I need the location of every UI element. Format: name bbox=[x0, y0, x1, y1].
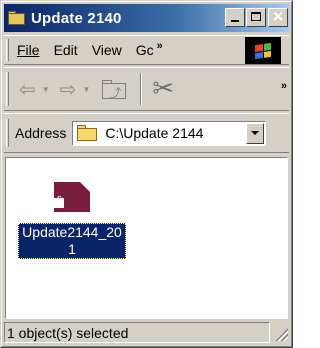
menu-bar: File Edit View Gc » bbox=[4, 35, 289, 65]
explorer-window: Update 2140 × File Edit View Gc » ⇦ ▼ ⇨ bbox=[0, 0, 293, 348]
standard-toolbar: ⇦ ▼ ⇨ ▼ ⤴ ✂ » bbox=[4, 67, 289, 111]
toolbar-overflow-chevron-icon[interactable]: » bbox=[281, 80, 287, 92]
address-folder-icon bbox=[77, 125, 99, 141]
address-bar: Address C:\Update 2144 bbox=[4, 113, 289, 153]
menu-edit[interactable]: Edit bbox=[47, 42, 85, 58]
back-dropdown-icon[interactable]: ▼ bbox=[42, 85, 50, 94]
file-item[interactable]: f Update2144_201 bbox=[18, 172, 126, 259]
windows-logo-icon bbox=[245, 37, 281, 64]
status-text: 1 object(s) selected bbox=[4, 322, 270, 343]
window-controls: × bbox=[224, 7, 288, 27]
minimize-button[interactable] bbox=[225, 8, 245, 27]
maximize-icon bbox=[251, 12, 261, 21]
window-title: Update 2140 bbox=[31, 9, 122, 27]
address-value[interactable]: C:\Update 2144 bbox=[105, 125, 203, 141]
menu-file[interactable]: File bbox=[9, 42, 47, 58]
address-field[interactable]: C:\Update 2144 bbox=[72, 120, 267, 146]
address-bar-grip[interactable] bbox=[6, 119, 9, 147]
back-arrow-icon[interactable]: ⇦ bbox=[19, 77, 36, 102]
up-folder-icon[interactable]: ⤴ bbox=[102, 79, 128, 100]
chevron-down-icon bbox=[251, 131, 260, 135]
file-list-pane[interactable]: f Update2144_201 bbox=[5, 157, 288, 319]
title-bar[interactable]: Update 2140 × bbox=[4, 4, 289, 32]
forward-dropdown-icon[interactable]: ▼ bbox=[82, 85, 90, 94]
toolbar-grip[interactable] bbox=[6, 72, 9, 106]
menu-view-label: View bbox=[91, 42, 122, 58]
close-icon: × bbox=[271, 7, 285, 25]
menu-go-label: Gc bbox=[135, 42, 154, 58]
menu-view[interactable]: View bbox=[85, 42, 129, 58]
cut-scissors-icon[interactable]: ✂ bbox=[152, 74, 174, 104]
menu-overflow-chevron-icon[interactable]: » bbox=[157, 40, 163, 52]
address-dropdown-button[interactable] bbox=[246, 122, 265, 144]
resize-grip-icon[interactable] bbox=[272, 324, 288, 341]
toolbar-separator bbox=[140, 73, 143, 105]
address-label: Address bbox=[15, 125, 67, 141]
forward-arrow-icon[interactable]: ⇨ bbox=[60, 77, 77, 102]
status-bar: 1 object(s) selected bbox=[4, 321, 289, 344]
file-name-label[interactable]: Update2144_201 bbox=[18, 223, 126, 259]
setup-file-icon[interactable]: f bbox=[52, 176, 92, 216]
folder-icon[interactable] bbox=[7, 10, 27, 26]
menu-edit-label: Edit bbox=[53, 42, 78, 58]
maximize-button[interactable] bbox=[246, 8, 266, 27]
menu-file-label: File bbox=[17, 42, 40, 58]
window-frame: Update 2140 × File Edit View Gc » ⇦ ▼ ⇨ bbox=[1, 1, 292, 347]
close-button[interactable]: × bbox=[268, 7, 288, 27]
minimize-icon bbox=[231, 20, 239, 22]
